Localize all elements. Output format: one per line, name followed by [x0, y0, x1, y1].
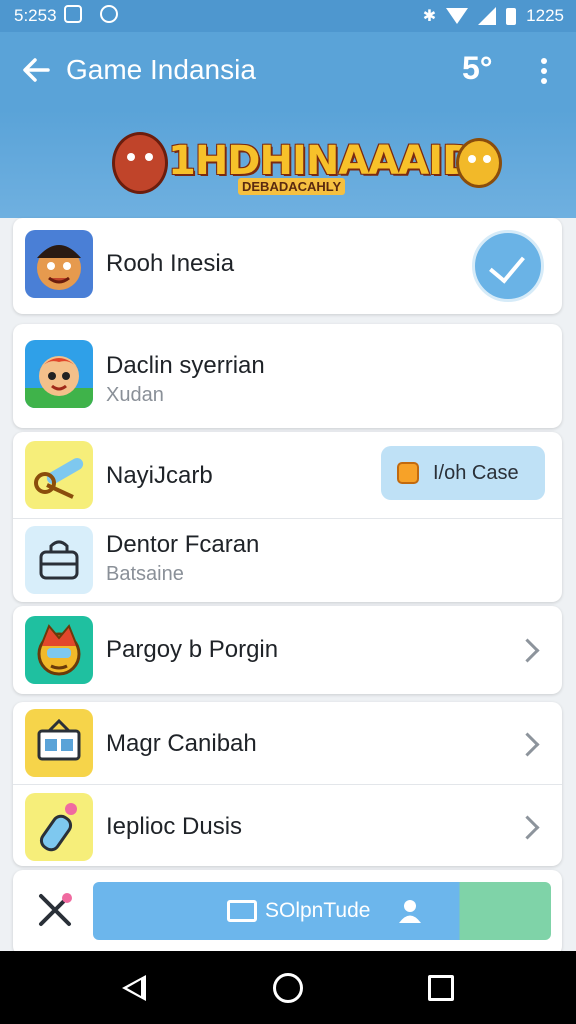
- more-options-icon[interactable]: [536, 58, 552, 86]
- item-sublabel: Xudan: [106, 384, 164, 406]
- list-item[interactable]: Magr Canibah: [13, 702, 562, 784]
- user-icon: [399, 900, 421, 923]
- item-label: Ieplioc Dusis: [106, 813, 243, 840]
- battery-icon: [506, 7, 517, 25]
- list-item[interactable]: Dentor Fcaran Batsaine: [13, 519, 562, 602]
- list-item[interactable]: Daclin syerrian Xudan: [13, 324, 562, 428]
- potion-bottle-icon: [25, 793, 93, 861]
- nav-back-icon[interactable]: [122, 975, 146, 1001]
- bluetooth-icon: ✱: [422, 8, 437, 25]
- page-title: Game Indansia: [66, 54, 256, 85]
- item-label: Rooh Inesia: [106, 250, 235, 277]
- logo-subtitle: DEBADACAHLY: [238, 178, 346, 195]
- case-icon: [397, 462, 419, 484]
- bottom-action-bar: SOlpnTude: [13, 870, 562, 956]
- back-arrow-icon[interactable]: [18, 52, 54, 88]
- system-nav-bar: [0, 951, 576, 1024]
- check-button[interactable]: [472, 230, 544, 302]
- left-mascot-icon: [112, 132, 168, 194]
- bag-icon: [25, 526, 93, 594]
- battery-text: 1225: [526, 6, 564, 25]
- nav-home-icon[interactable]: [273, 973, 303, 1003]
- telescope-icon: [25, 441, 93, 509]
- case-button[interactable]: I/oh Case: [381, 446, 545, 500]
- item-label: Magr Canibah: [106, 730, 257, 757]
- robot-character-icon: [25, 616, 93, 684]
- item-sublabel: Batsaine: [106, 563, 184, 585]
- app-bar: Game Indansia 5°: [0, 32, 576, 110]
- calendar-box-icon: [25, 709, 93, 777]
- primary-action-button[interactable]: SOlpnTude: [93, 882, 551, 940]
- wifi-icon: [446, 8, 469, 24]
- status-time: 5:253: [14, 6, 57, 25]
- signal-icon: [478, 7, 497, 25]
- status-bar: 5:253 ✱ 1225: [0, 0, 576, 32]
- level-indicator[interactable]: 5°: [462, 50, 493, 87]
- item-label: NayiJcarb: [106, 462, 213, 489]
- chevron-right-icon: [515, 732, 540, 757]
- list-group: Magr Canibah Ieplioc Dusis: [13, 702, 562, 866]
- crossed-tools-icon[interactable]: [33, 888, 77, 932]
- game-banner: 1HDHINAAAID DEBADACAHLY: [0, 110, 576, 218]
- app-notification-icon: [100, 5, 118, 23]
- nav-recents-icon[interactable]: [428, 975, 454, 1001]
- item-label: Daclin syerrian: [106, 352, 265, 379]
- list-group: NayiJcarb I/oh Case Dentor Fcaran Batsai…: [13, 432, 562, 602]
- right-mascot-icon: [456, 138, 502, 188]
- list-item[interactable]: Pargoy b Porgin: [13, 606, 562, 694]
- chevron-right-icon: [515, 638, 540, 663]
- item-label: Pargoy b Porgin: [106, 636, 279, 663]
- list-item[interactable]: Rooh Inesia: [13, 218, 562, 314]
- chevron-right-icon: [515, 815, 540, 840]
- warrior-face-icon: [25, 230, 93, 298]
- list-item[interactable]: Ieplioc Dusis: [13, 785, 562, 866]
- item-label: Dentor Fcaran: [106, 531, 260, 558]
- list-icon: [227, 900, 257, 922]
- gallery-notification-icon: [64, 5, 82, 23]
- red-hair-character-icon: [25, 340, 93, 408]
- list-item[interactable]: NayiJcarb I/oh Case: [13, 432, 562, 518]
